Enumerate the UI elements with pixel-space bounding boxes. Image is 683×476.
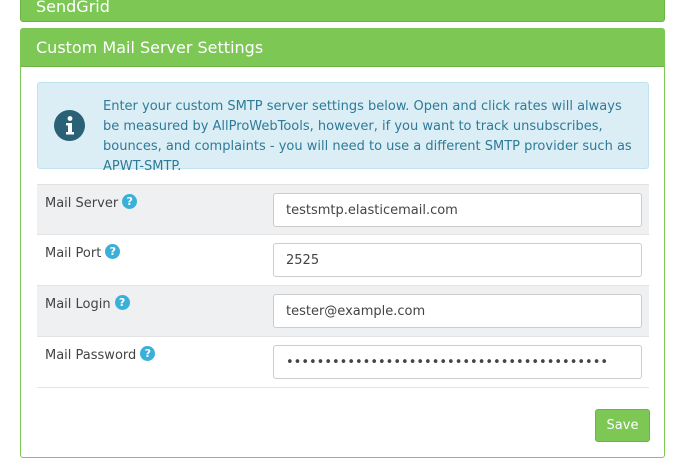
save-button[interactable]: Save: [595, 409, 650, 442]
panel-title: Custom Mail Server Settings: [36, 38, 264, 57]
mail-port-row: Mail Port ?: [37, 235, 649, 286]
help-icon[interactable]: ?: [140, 346, 156, 361]
mail-login-row: Mail Login ?: [37, 286, 649, 337]
mail-settings-form: Mail Server ? Mail Port ? Mail Login ? M…: [37, 184, 649, 388]
panel-heading[interactable]: Custom Mail Server Settings: [21, 29, 664, 67]
mail-password-row: Mail Password ?: [37, 337, 649, 388]
mail-password-label: Mail Password ?: [45, 346, 156, 363]
mail-login-input[interactable]: [273, 294, 642, 328]
alert-message: Enter your custom SMTP server settings b…: [103, 99, 632, 174]
mail-port-input[interactable]: [273, 243, 642, 277]
info-glyph: [65, 116, 74, 135]
info-icon: [54, 110, 85, 141]
info-alert: Enter your custom SMTP server settings b…: [37, 82, 649, 174]
sendgrid-panel-heading[interactable]: SendGrid: [20, 0, 665, 22]
help-icon[interactable]: ?: [105, 244, 121, 259]
mail-port-label: Mail Port ?: [45, 244, 121, 261]
help-icon[interactable]: ?: [114, 295, 130, 310]
mail-password-input[interactable]: [273, 345, 642, 379]
mail-server-row: Mail Server ?: [37, 184, 649, 235]
sendgrid-panel-title: SendGrid: [36, 0, 110, 16]
mail-login-label: Mail Login ?: [45, 295, 130, 312]
mail-server-input[interactable]: [273, 193, 642, 227]
mail-server-label: Mail Server ?: [45, 194, 138, 211]
help-icon[interactable]: ?: [122, 194, 138, 209]
custom-mail-server-panel: Custom Mail Server Settings Enter your c…: [20, 28, 665, 458]
